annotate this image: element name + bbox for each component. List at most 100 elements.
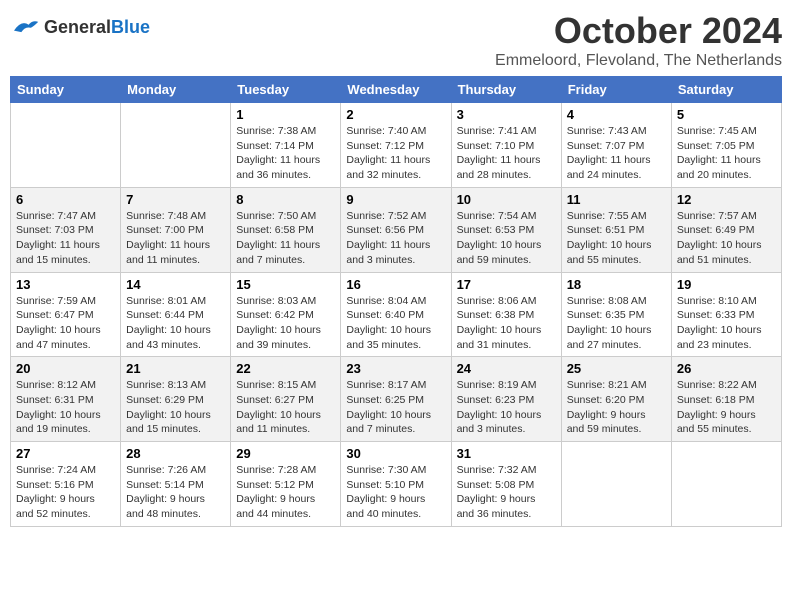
day-header: Monday [121,77,231,103]
calendar-cell: 5Sunrise: 7:45 AM Sunset: 7:05 PM Daylig… [671,103,781,188]
calendar-table: SundayMondayTuesdayWednesdayThursdayFrid… [10,76,782,527]
day-info: Sunrise: 8:06 AM Sunset: 6:38 PM Dayligh… [457,294,556,353]
calendar-cell: 10Sunrise: 7:54 AM Sunset: 6:53 PM Dayli… [451,187,561,272]
calendar-cell: 15Sunrise: 8:03 AM Sunset: 6:42 PM Dayli… [231,272,341,357]
calendar-header-row: SundayMondayTuesdayWednesdayThursdayFrid… [11,77,782,103]
day-number: 18 [567,277,666,292]
calendar-cell: 27Sunrise: 7:24 AM Sunset: 5:16 PM Dayli… [11,442,121,527]
calendar-cell: 16 Sunrise: 8:04 AM Sunset: 6:40 PM Dayli… [341,272,451,357]
logo-blue: Blue [111,17,150,37]
day-number: 9 [346,192,445,207]
day-header: Friday [561,77,671,103]
logo-general: General [44,17,111,37]
day-number: 27 [16,446,115,461]
calendar-cell: 31 Sunrise: 7:32 AM Sunset: 5:08 PM Dayli… [451,442,561,527]
calendar-cell: 11 Sunrise: 7:55 AM Sunset: 6:51 PM Dayli… [561,187,671,272]
day-info: Sunrise: 7:50 AM Sunset: 6:58 PM Dayligh… [236,209,335,268]
day-info: Sunrise: 7:57 AM Sunset: 6:49 PM Dayligh… [677,209,776,268]
calendar-cell [11,103,121,188]
day-info: Sunrise: 7:45 AM Sunset: 7:05 PM Dayligh… [677,124,776,183]
day-number: 8 [236,192,335,207]
day-info: Sunrise: 8:01 AM Sunset: 6:44 PM Dayligh… [126,294,225,353]
calendar-cell: 23Sunrise: 8:17 AM Sunset: 6:25 PM Dayli… [341,357,451,442]
location-title: Emmeloord, Flevoland, The Netherlands [495,52,782,70]
day-number: 3 [457,107,556,122]
month-title: October 2024 [495,10,782,52]
calendar-cell: 29Sunrise: 7:28 AM Sunset: 5:12 PM Dayli… [231,442,341,527]
day-info: Sunrise: 8:12 AM Sunset: 6:31 PM Dayligh… [16,378,115,437]
day-header: Saturday [671,77,781,103]
day-number: 17 [457,277,556,292]
calendar-cell: 13Sunrise: 7:59 AM Sunset: 6:47 PM Dayli… [11,272,121,357]
calendar-cell: 21 Sunrise: 8:13 AM Sunset: 6:29 PM Dayli… [121,357,231,442]
day-number: 12 [677,192,776,207]
title-area: October 2024 Emmeloord, Flevoland, The N… [495,10,782,70]
day-info: Sunrise: 7:40 AM Sunset: 7:12 PM Dayligh… [346,124,445,183]
day-header: Thursday [451,77,561,103]
day-info: Sunrise: 8:04 AM Sunset: 6:40 PM Dayligh… [346,294,445,353]
day-info: Sunrise: 8:19 AM Sunset: 6:23 PM Dayligh… [457,378,556,437]
day-number: 1 [236,107,335,122]
day-info: Sunrise: 7:43 AM Sunset: 7:07 PM Dayligh… [567,124,666,183]
calendar-cell: 30Sunrise: 7:30 AM Sunset: 5:10 PM Dayli… [341,442,451,527]
day-number: 20 [16,361,115,376]
calendar-cell: 8 Sunrise: 7:50 AM Sunset: 6:58 PM Daylig… [231,187,341,272]
calendar-cell: 25 Sunrise: 8:21 AM Sunset: 6:20 PM Dayli… [561,357,671,442]
day-info: Sunrise: 7:41 AM Sunset: 7:10 PM Dayligh… [457,124,556,183]
calendar-week-row: 13Sunrise: 7:59 AM Sunset: 6:47 PM Dayli… [11,272,782,357]
day-info: Sunrise: 8:13 AM Sunset: 6:29 PM Dayligh… [126,378,225,437]
day-number: 14 [126,277,225,292]
day-header: Tuesday [231,77,341,103]
day-number: 31 [457,446,556,461]
day-number: 26 [677,361,776,376]
day-number: 11 [567,192,666,207]
calendar-cell [121,103,231,188]
calendar-cell: 4Sunrise: 7:43 AM Sunset: 7:07 PM Daylig… [561,103,671,188]
calendar-cell: 7 Sunrise: 7:48 AM Sunset: 7:00 PM Daylig… [121,187,231,272]
calendar-cell: 24 Sunrise: 8:19 AM Sunset: 6:23 PM Dayli… [451,357,561,442]
calendar-cell: 3 Sunrise: 7:41 AM Sunset: 7:10 PM Daylig… [451,103,561,188]
day-number: 6 [16,192,115,207]
day-info: Sunrise: 7:32 AM Sunset: 5:08 PM Dayligh… [457,463,556,522]
day-info: Sunrise: 8:10 AM Sunset: 6:33 PM Dayligh… [677,294,776,353]
day-info: Sunrise: 7:54 AM Sunset: 6:53 PM Dayligh… [457,209,556,268]
logo-icon [10,16,40,38]
day-number: 2 [346,107,445,122]
calendar-week-row: 6 Sunrise: 7:47 AM Sunset: 7:03 PM Daylig… [11,187,782,272]
day-info: Sunrise: 8:08 AM Sunset: 6:35 PM Dayligh… [567,294,666,353]
calendar-cell [561,442,671,527]
calendar-week-row: 20 Sunrise: 8:12 AM Sunset: 6:31 PM Dayli… [11,357,782,442]
calendar-cell: 28Sunrise: 7:26 AM Sunset: 5:14 PM Dayli… [121,442,231,527]
day-number: 16 [346,277,445,292]
calendar-cell: 26 Sunrise: 8:22 AM Sunset: 6:18 PM Dayli… [671,357,781,442]
day-info: Sunrise: 7:52 AM Sunset: 6:56 PM Dayligh… [346,209,445,268]
calendar-cell: 2 Sunrise: 7:40 AM Sunset: 7:12 PM Daylig… [341,103,451,188]
calendar-cell: 9 Sunrise: 7:52 AM Sunset: 6:56 PM Daylig… [341,187,451,272]
calendar-cell: 17 Sunrise: 8:06 AM Sunset: 6:38 PM Dayli… [451,272,561,357]
day-info: Sunrise: 7:30 AM Sunset: 5:10 PM Dayligh… [346,463,445,522]
calendar-cell [671,442,781,527]
day-number: 13 [16,277,115,292]
day-info: Sunrise: 7:48 AM Sunset: 7:00 PM Dayligh… [126,209,225,268]
calendar-cell: 19Sunrise: 8:10 AM Sunset: 6:33 PM Dayli… [671,272,781,357]
day-info: Sunrise: 7:47 AM Sunset: 7:03 PM Dayligh… [16,209,115,268]
day-number: 25 [567,361,666,376]
day-number: 28 [126,446,225,461]
day-info: Sunrise: 7:28 AM Sunset: 5:12 PM Dayligh… [236,463,335,522]
day-number: 24 [457,361,556,376]
day-info: Sunrise: 7:55 AM Sunset: 6:51 PM Dayligh… [567,209,666,268]
calendar-cell: 18 Sunrise: 8:08 AM Sunset: 6:35 PM Dayli… [561,272,671,357]
day-header: Wednesday [341,77,451,103]
day-header: Sunday [11,77,121,103]
calendar-week-row: 27Sunrise: 7:24 AM Sunset: 5:16 PM Dayli… [11,442,782,527]
day-info: Sunrise: 8:22 AM Sunset: 6:18 PM Dayligh… [677,378,776,437]
calendar-cell: 22Sunrise: 8:15 AM Sunset: 6:27 PM Dayli… [231,357,341,442]
day-info: Sunrise: 8:21 AM Sunset: 6:20 PM Dayligh… [567,378,666,437]
calendar-cell: 6 Sunrise: 7:47 AM Sunset: 7:03 PM Daylig… [11,187,121,272]
page-header: GeneralBlue October 2024 Emmeloord, Flev… [10,10,782,70]
day-number: 21 [126,361,225,376]
calendar-cell: 20 Sunrise: 8:12 AM Sunset: 6:31 PM Dayli… [11,357,121,442]
day-number: 15 [236,277,335,292]
day-number: 7 [126,192,225,207]
logo: GeneralBlue [10,10,150,38]
